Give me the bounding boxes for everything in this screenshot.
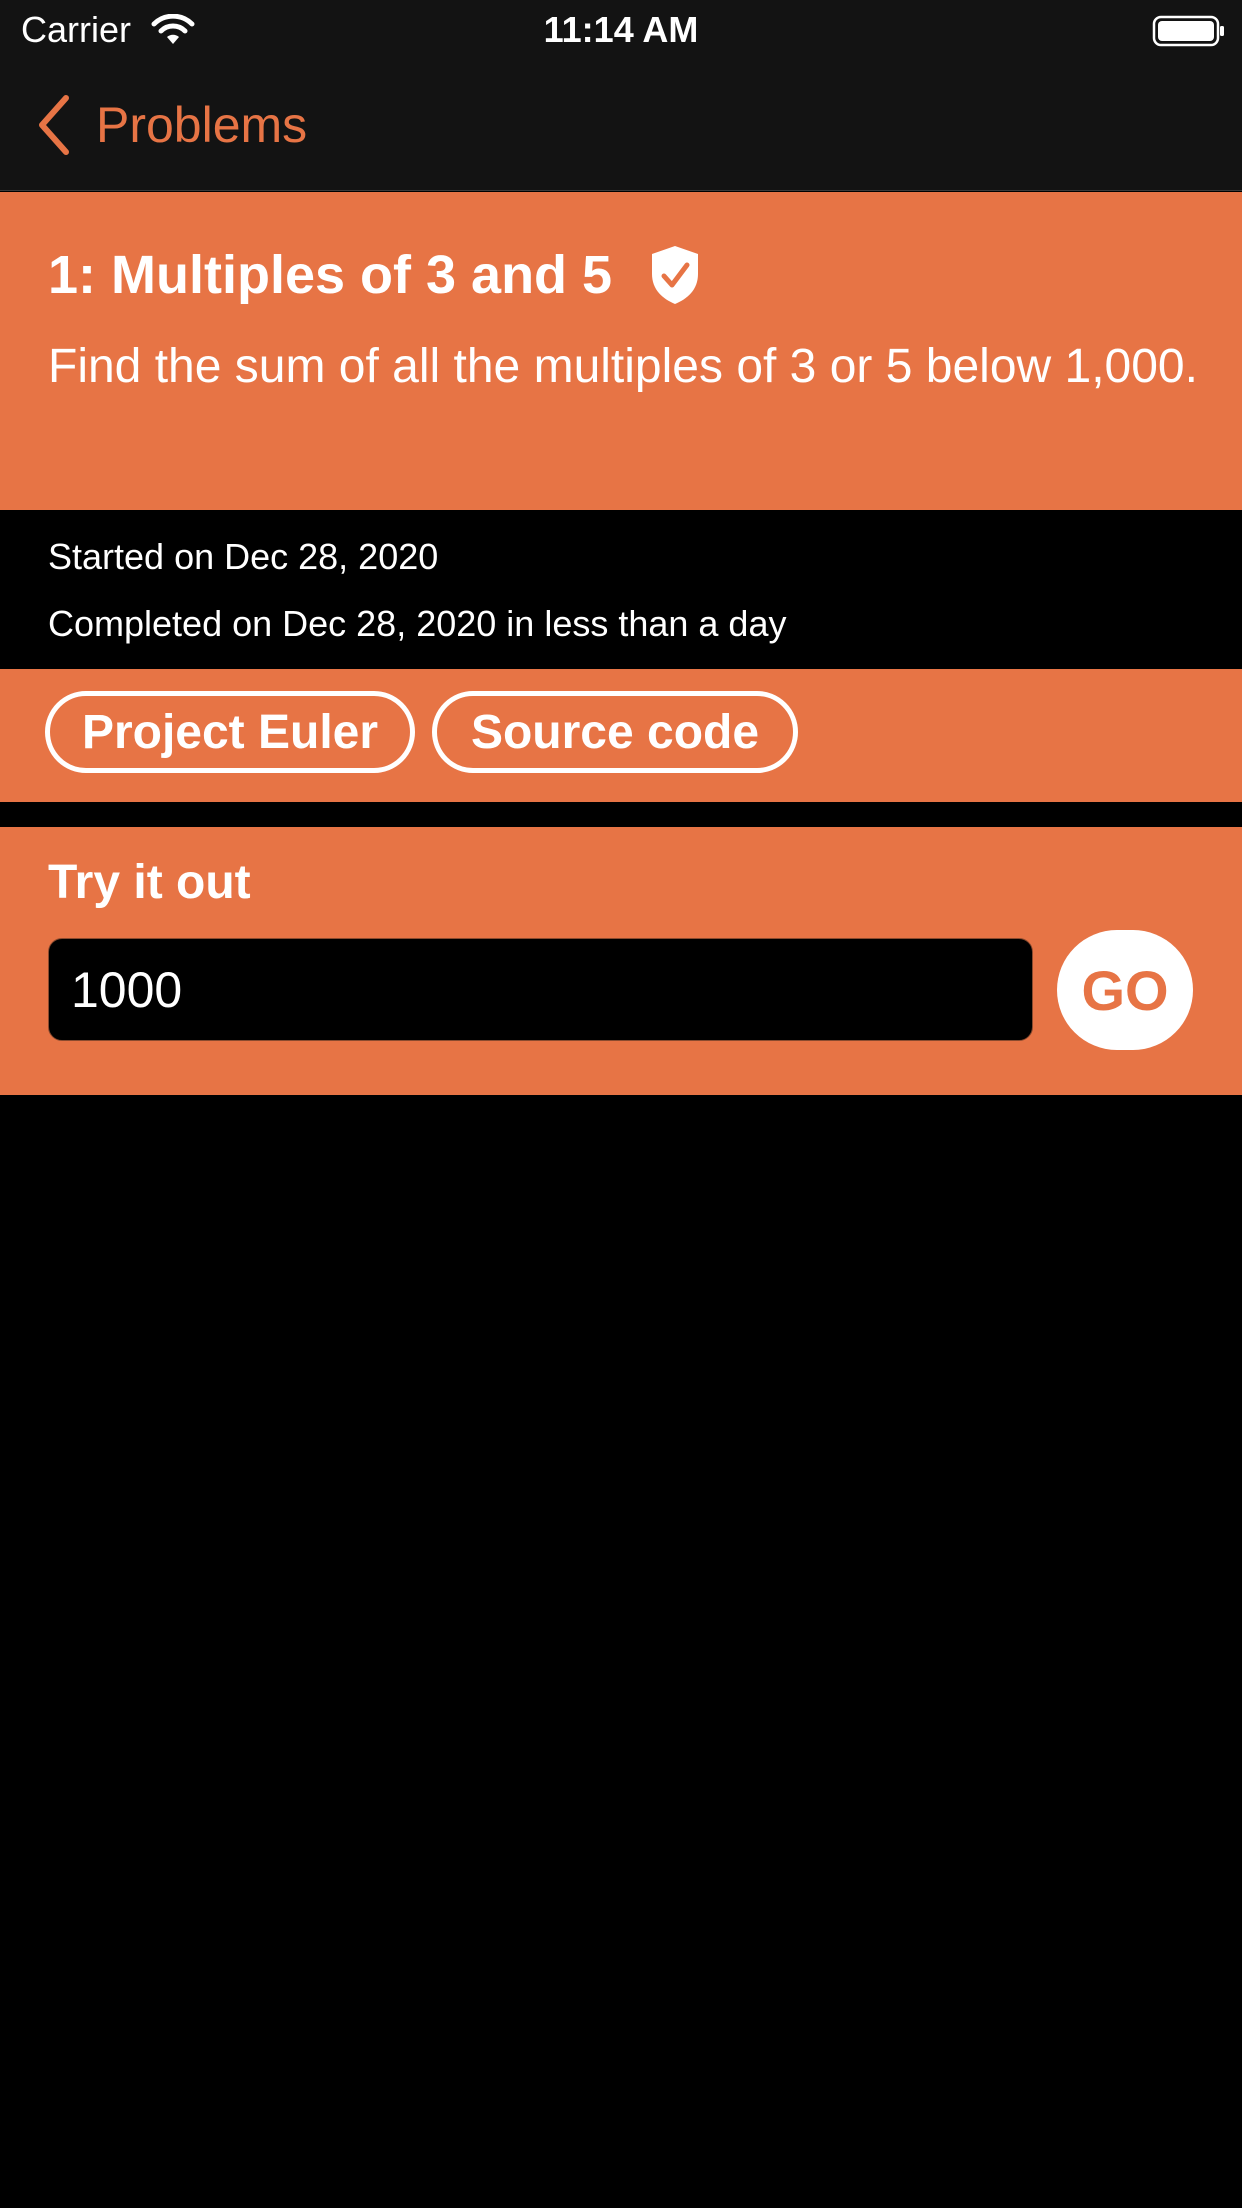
dates-section: Started on Dec 28, 2020 Completed on Dec…: [0, 510, 1242, 668]
links-bar: Project Euler Source code: [0, 669, 1242, 802]
problem-title-row: 1: Multiples of 3 and 5: [48, 240, 702, 310]
completed-date: Completed on Dec 28, 2020 in less than a…: [48, 603, 787, 644]
number-input[interactable]: [48, 938, 1033, 1041]
navigation-bar: Problems: [0, 60, 1242, 191]
try-it-card: Try it out GO: [0, 827, 1242, 1095]
problem-title: 1: Multiples of 3 and 5: [48, 245, 613, 305]
back-button[interactable]: Problems: [36, 90, 307, 160]
source-code-button[interactable]: Source code: [432, 691, 798, 773]
status-bar: Carrier 11:14 AM: [0, 0, 1242, 60]
chevron-left-icon: [39, 95, 69, 155]
shield-check-icon: [652, 246, 699, 304]
started-date: Started on Dec 28, 2020: [48, 536, 439, 577]
go-button[interactable]: GO: [1057, 930, 1193, 1050]
try-it-title: Try it out: [48, 856, 251, 909]
status-time: 11:14 AM: [543, 9, 699, 50]
problem-description: Find the sum of all the multiples of 3 o…: [48, 340, 1198, 393]
back-label: Problems: [96, 97, 308, 153]
project-euler-button[interactable]: Project Euler: [45, 691, 415, 773]
problem-header-card: 1: Multiples of 3 and 5 Find the sum of …: [0, 192, 1242, 510]
battery-icon: [1152, 15, 1224, 47]
